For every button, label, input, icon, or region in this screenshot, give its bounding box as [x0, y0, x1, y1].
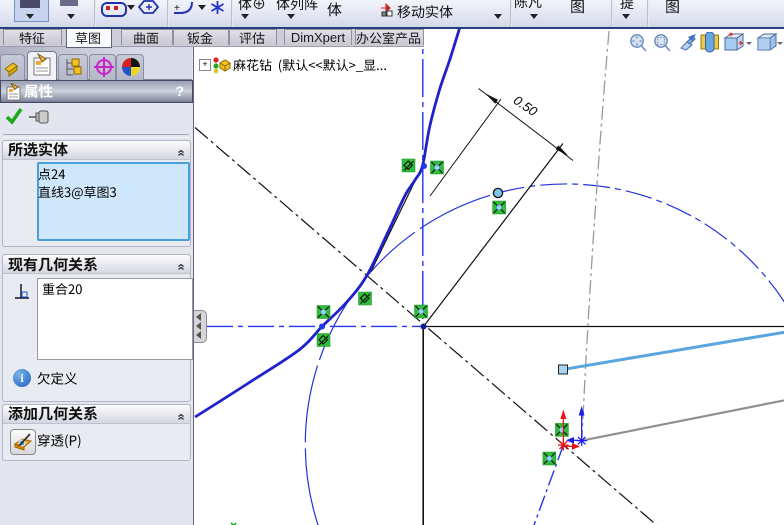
svg-text:+: +	[174, 3, 180, 14]
svg-text:0.50: 0.50	[511, 92, 541, 119]
